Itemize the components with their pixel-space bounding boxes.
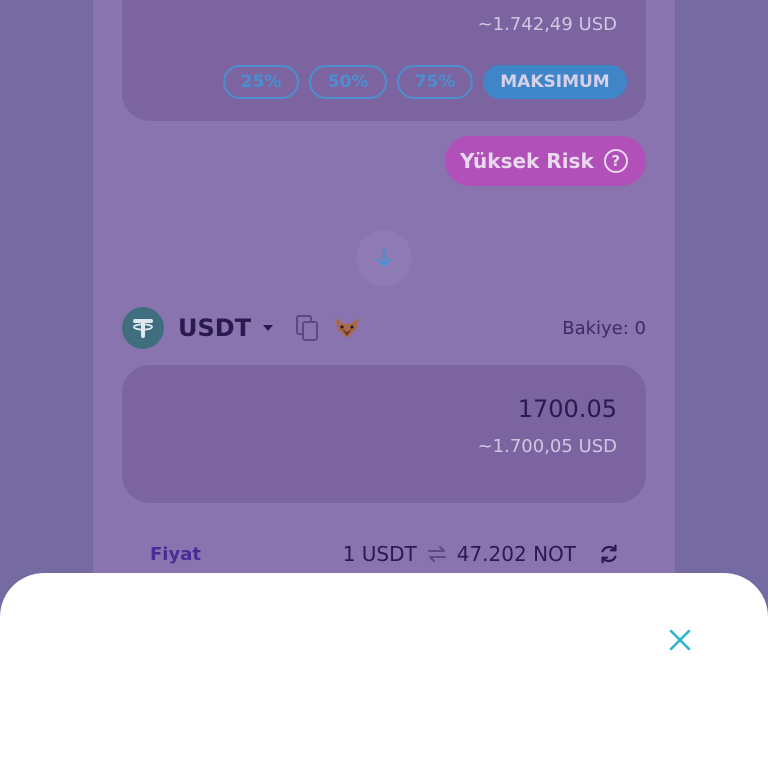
to-usd-value: ~1.700,05 USD — [477, 436, 617, 457]
high-risk-button[interactable]: Yüksek Risk ? — [445, 136, 646, 186]
percent-25-button[interactable]: 25% — [223, 65, 299, 99]
percent-button-row: 25% 50% 75% MAKSIMUM — [223, 65, 627, 99]
copy-icon[interactable] — [295, 314, 319, 342]
refresh-icon[interactable] — [598, 543, 620, 565]
arrow-down-icon — [376, 248, 392, 267]
high-risk-label: Yüksek Risk — [460, 149, 594, 173]
price-left: 1 USDT — [342, 542, 417, 566]
max-button[interactable]: MAKSIMUM — [483, 65, 627, 99]
to-token-selector[interactable]: USDT — [178, 314, 251, 342]
bottom-sheet — [0, 573, 768, 768]
to-token-row: USDT Bakiye: 0 — [122, 306, 646, 350]
price-label: Fiyat — [150, 543, 201, 565]
close-icon — [669, 629, 691, 651]
usdt-logo-icon — [122, 307, 164, 349]
to-token-balance: Bakiye: 0 — [562, 317, 646, 339]
swap-direction-button[interactable] — [356, 230, 412, 286]
price-right: 47.202 NOT — [456, 542, 576, 566]
caret-down-icon[interactable] — [263, 325, 274, 331]
to-amount-value: 1700.05 — [517, 395, 617, 423]
from-usd-value: ~1.742,49 USD — [477, 14, 617, 35]
to-amount-card: 1700.05 ~1.700,05 USD — [122, 365, 646, 503]
close-button[interactable] — [662, 622, 698, 658]
price-rate: 1 USDT 47.202 NOT — [343, 542, 576, 566]
price-row: Fiyat 1 USDT 47.202 NOT — [150, 540, 620, 568]
metamask-fox-icon[interactable] — [333, 316, 361, 340]
percent-50-button[interactable]: 50% — [309, 65, 387, 99]
percent-75-button[interactable]: 75% — [397, 65, 473, 99]
from-amount-card: ~1.742,49 USD 25% 50% 75% MAKSIMUM — [122, 0, 646, 121]
question-circle-icon: ? — [603, 149, 628, 173]
swap-horizontal-icon — [427, 546, 446, 562]
